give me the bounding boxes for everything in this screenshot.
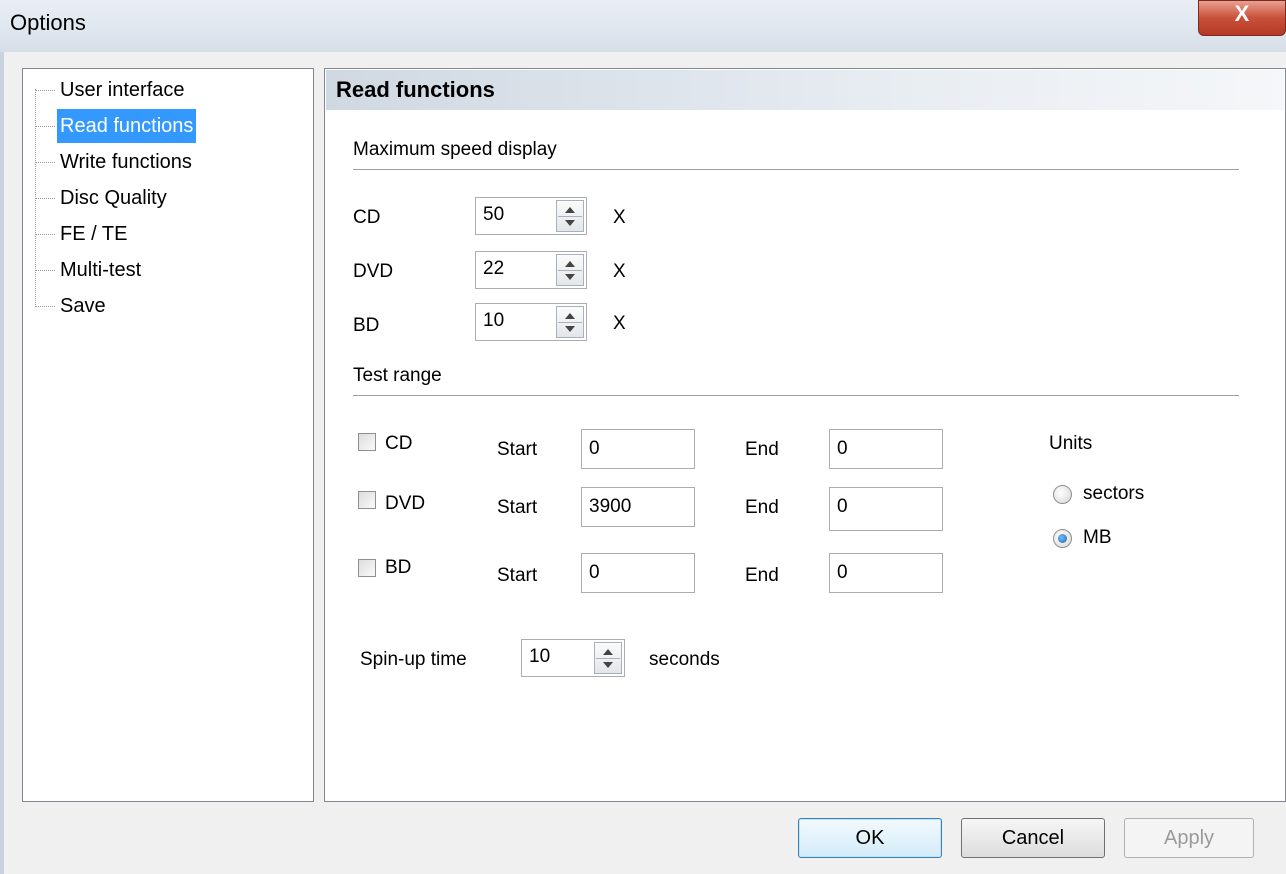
tree-connector — [35, 162, 55, 163]
speed-bd-unit: X — [613, 313, 626, 334]
range-bd-label: BD — [385, 557, 412, 578]
tree-connector — [35, 270, 55, 271]
speed-bd-spinner[interactable]: 10 — [475, 303, 587, 341]
range-bd-start-label: Start — [497, 565, 538, 586]
range-bd-start-value: 0 — [589, 562, 600, 583]
range-bd-end-input[interactable]: 0 — [829, 553, 943, 593]
options-tree: User interface Read functions Write func… — [22, 68, 314, 802]
speed-dvd-label: DVD — [353, 261, 394, 282]
range-dvd-end-label: End — [745, 497, 779, 518]
range-dvd-start-value: 3900 — [589, 496, 632, 517]
speed-cd-label: CD — [353, 207, 381, 228]
speed-dvd-spinner[interactable]: 22 — [475, 251, 587, 289]
tree-item-user-interface[interactable]: User interface — [57, 73, 188, 107]
range-bd-checkbox[interactable] — [358, 559, 376, 577]
range-cd-label: CD — [385, 433, 413, 454]
range-cd-start-label: Start — [497, 439, 538, 460]
range-cd-checkbox[interactable] — [358, 433, 376, 451]
spin-up-unit: seconds — [649, 649, 720, 670]
title-bar: Options X — [0, 0, 1286, 52]
tree-item-fe-te[interactable]: FE / TE — [57, 217, 130, 251]
speed-bd-label: BD — [353, 315, 380, 336]
speed-bd-value: 10 — [483, 310, 505, 331]
units-sectors-radio[interactable] — [1053, 485, 1072, 504]
spin-down-icon — [565, 274, 575, 280]
spin-buttons[interactable] — [556, 254, 584, 286]
tree-connector — [35, 306, 55, 307]
units-sectors-label: sectors — [1083, 483, 1145, 504]
close-icon: X — [1234, 1, 1250, 26]
speed-cd-spinner[interactable]: 50 — [475, 197, 587, 235]
tree-connector — [35, 126, 55, 127]
cancel-button[interactable]: Cancel — [961, 818, 1105, 858]
tree-connector — [35, 234, 55, 235]
spin-up-icon — [565, 207, 575, 213]
tree-item-multi-test[interactable]: Multi-test — [57, 253, 144, 287]
apply-button[interactable]: Apply — [1124, 818, 1254, 858]
spin-up-icon — [565, 261, 575, 267]
range-dvd-checkbox[interactable] — [358, 491, 376, 509]
max-speed-heading: Maximum speed display — [353, 139, 557, 160]
tree-connector — [35, 198, 55, 199]
spin-down-icon — [565, 220, 575, 226]
spin-down-icon — [603, 662, 613, 668]
speed-dvd-value: 22 — [483, 258, 505, 279]
spin-up-value: 10 — [529, 646, 551, 667]
speed-dvd-unit: X — [613, 261, 626, 282]
spin-buttons[interactable] — [556, 200, 584, 232]
range-bd-start-input[interactable]: 0 — [581, 553, 695, 593]
divider — [353, 169, 1239, 170]
units-mb-label: MB — [1083, 527, 1112, 548]
settings-panel: Read functions Maximum speed display CD … — [324, 68, 1286, 802]
ok-button[interactable]: OK — [798, 818, 942, 858]
range-dvd-label: DVD — [385, 493, 426, 514]
spin-buttons[interactable] — [556, 306, 584, 338]
tree-connector — [35, 90, 55, 91]
range-cd-start-value: 0 — [589, 438, 600, 459]
panel-title: Read functions — [326, 70, 1284, 110]
spin-up-time-spinner[interactable]: 10 — [521, 639, 625, 677]
close-button[interactable]: X — [1198, 0, 1286, 36]
tree-item-save[interactable]: Save — [57, 289, 109, 323]
range-dvd-start-input[interactable]: 3900 — [581, 487, 695, 527]
units-heading: Units — [1049, 433, 1093, 454]
spin-up-icon — [565, 313, 575, 319]
spin-buttons[interactable] — [594, 642, 622, 674]
tree-item-write-functions[interactable]: Write functions — [57, 145, 195, 179]
range-dvd-end-value: 0 — [837, 496, 848, 517]
range-cd-end-input[interactable]: 0 — [829, 429, 943, 469]
speed-cd-value: 50 — [483, 204, 505, 225]
range-cd-end-label: End — [745, 439, 779, 460]
speed-cd-unit: X — [613, 207, 626, 228]
range-dvd-start-label: Start — [497, 497, 538, 518]
range-bd-end-value: 0 — [837, 562, 848, 583]
spin-up-icon — [603, 649, 613, 655]
window-title: Options — [10, 10, 86, 35]
spin-down-icon — [565, 326, 575, 332]
range-cd-end-value: 0 — [837, 438, 848, 459]
spin-up-label: Spin-up time — [360, 649, 467, 670]
units-mb-radio[interactable] — [1053, 529, 1072, 548]
tree-item-read-functions[interactable]: Read functions — [57, 109, 197, 143]
range-dvd-end-input[interactable]: 0 — [829, 487, 943, 531]
divider — [353, 395, 1239, 396]
range-bd-end-label: End — [745, 565, 779, 586]
range-cd-start-input[interactable]: 0 — [581, 429, 695, 469]
test-range-heading: Test range — [353, 365, 442, 386]
tree-item-disc-quality[interactable]: Disc Quality — [57, 181, 170, 215]
